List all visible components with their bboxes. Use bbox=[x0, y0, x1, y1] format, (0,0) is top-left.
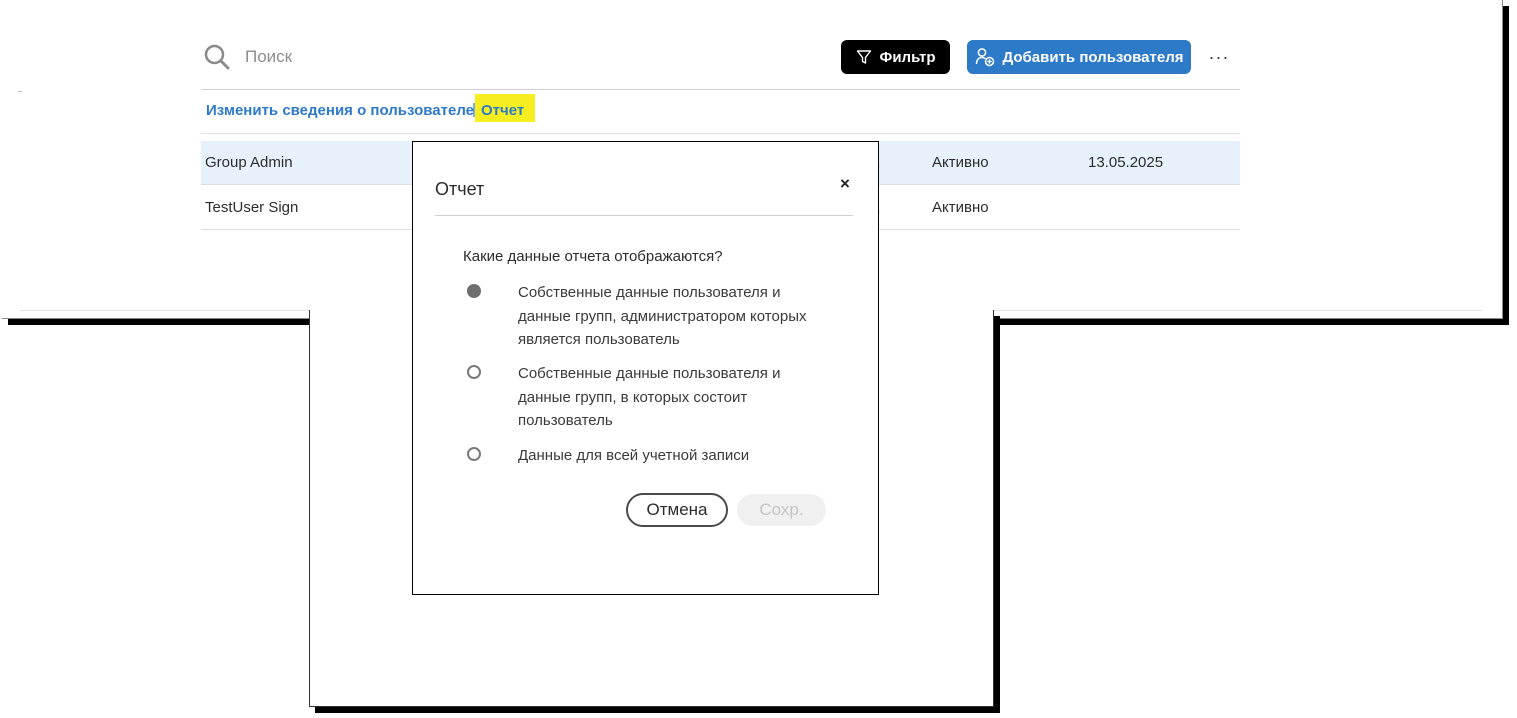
toolbar-divider bbox=[201, 89, 1240, 90]
edge-mark bbox=[18, 91, 22, 92]
user-name: TestUser Sign bbox=[205, 199, 299, 216]
report-link[interactable]: Отчет bbox=[475, 94, 535, 122]
add-user-button[interactable]: Добавить пользователя bbox=[967, 40, 1191, 74]
user-status: Активно bbox=[932, 154, 989, 171]
filter-button[interactable]: Фильтр bbox=[841, 40, 950, 74]
radio-option-member-groups[interactable] bbox=[467, 365, 481, 379]
search-icon[interactable] bbox=[204, 44, 230, 70]
close-icon[interactable]: × bbox=[837, 174, 853, 194]
actions-divider bbox=[201, 133, 1240, 134]
report-dialog: Отчет × Какие данные отчета отображаются… bbox=[412, 141, 879, 595]
filter-icon bbox=[856, 50, 871, 64]
user-name: Group Admin bbox=[205, 154, 293, 171]
more-options-button[interactable]: ··· bbox=[1206, 46, 1232, 68]
search-input[interactable]: Поиск bbox=[245, 47, 292, 67]
dialog-divider bbox=[435, 215, 853, 216]
cancel-button[interactable]: Отмена bbox=[626, 493, 728, 527]
add-user-label: Добавить пользователя bbox=[1002, 48, 1184, 66]
radio-label-whole-account[interactable]: Данные для всей учетной записи bbox=[518, 444, 828, 468]
filter-label: Фильтр bbox=[879, 48, 936, 66]
radio-option-admin-groups[interactable] bbox=[467, 284, 481, 298]
radio-option-whole-account[interactable] bbox=[467, 447, 481, 461]
dialog-question: Какие данные отчета отображаются? bbox=[463, 248, 723, 265]
radio-label-member-groups[interactable]: Собственные данные пользователя и данные… bbox=[518, 362, 828, 433]
user-status: Активно bbox=[932, 199, 989, 216]
radio-label-admin-groups[interactable]: Собственные данные пользователя и данные… bbox=[518, 281, 828, 352]
dialog-title: Отчет bbox=[435, 179, 485, 199]
save-button[interactable]: Сохр. bbox=[737, 494, 826, 526]
user-date: 13.05.2025 bbox=[1088, 154, 1164, 171]
edit-user-link[interactable]: Изменить сведения о пользователе bbox=[206, 102, 474, 120]
add-user-icon bbox=[975, 48, 994, 67]
